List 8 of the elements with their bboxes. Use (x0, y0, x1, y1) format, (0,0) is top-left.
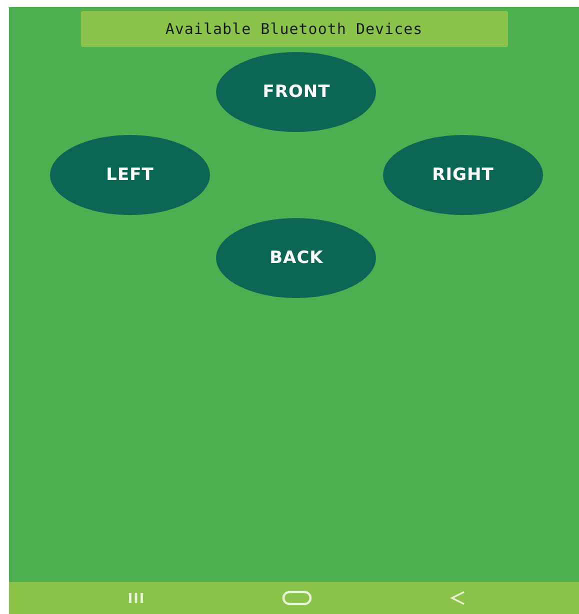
home-icon[interactable] (282, 590, 312, 606)
back-icon[interactable] (450, 590, 466, 606)
direction-button[interactable]: FRONT (216, 52, 376, 132)
recent-apps-icon[interactable] (128, 592, 144, 604)
direction-button[interactable]: BACK (216, 218, 376, 298)
direction-button[interactable]: LEFT (50, 135, 210, 215)
direction-button[interactable]: RIGHT (382, 135, 543, 215)
devices-header[interactable]: Available Bluetooth Devices (80, 11, 508, 47)
